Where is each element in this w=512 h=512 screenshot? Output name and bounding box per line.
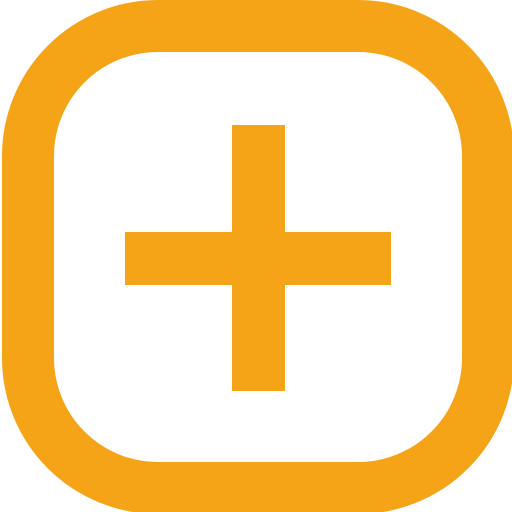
icon-canvas	[0, 0, 512, 512]
plus-horizontal-stroke	[125, 232, 391, 285]
add-square-icon[interactable]	[0, 0, 512, 512]
